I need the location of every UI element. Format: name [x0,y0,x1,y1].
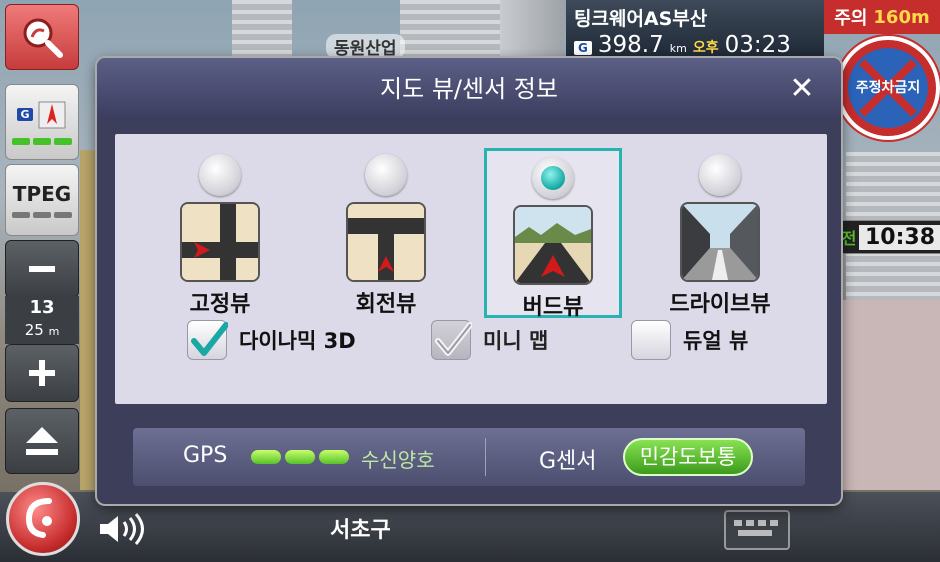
keyboard-button[interactable] [724,510,790,550]
map-view-sensor-dialog: 지도 뷰/센서 정보 ✕ 고정뷰 회전뷰 버드뷰 드라이브뷰 다이나믹 3D 미… [97,58,841,504]
view-option-drive[interactable]: 드라이브뷰 [651,148,789,318]
radio-drive-view[interactable] [699,154,741,196]
view-option-bird[interactable]: 버드뷰 [484,148,622,320]
clock-display: 전 10:38 [838,220,940,254]
label-dual-view: 듀얼 뷰 [683,329,749,353]
checkbox-dynamic-3d[interactable] [187,320,229,360]
map-building [500,0,564,60]
checkmark-icon [435,322,473,356]
map-view-button[interactable]: G [5,84,79,160]
scale-level: 13 [29,297,55,318]
g-sensor-label: G센서 [539,449,597,474]
view-options-panel: 고정뷰 회전뷰 버드뷰 드라이브뷰 다이나믹 3D 미니 맵 듀얼 뷰 [115,134,827,404]
distance-unit: km [669,42,687,55]
gps-signal-bar [319,450,349,464]
option-dynamic-3d[interactable]: 다이나믹 3D [187,318,356,362]
radio-fixed-view[interactable] [199,154,241,196]
caution-distance: 160m [873,6,930,28]
rotate-view-icon [346,202,426,282]
gps-badge: G [17,108,33,121]
compass-icon [38,101,66,128]
gps-signal-bar [285,450,315,464]
route-info-panel[interactable]: 팅크웨어AS부산 G 398.7 km 오후 03:23 [566,0,824,60]
keyboard-icon [734,520,778,536]
gps-status: 수신양호 [361,448,435,472]
sensor-status-bar: GPS 수신양호 G센서 민감도보통 [133,428,805,486]
eject-button[interactable] [5,408,79,474]
minus-icon [29,266,55,272]
drive-view-icon [680,202,760,282]
scale-distance: 25 [24,321,44,339]
zoom-out-button[interactable] [5,240,79,298]
view-option-rotate[interactable]: 회전뷰 [317,148,455,318]
clock-prefix: 전 [841,229,857,248]
close-icon: ✕ [789,71,815,106]
volume-button[interactable] [96,512,150,550]
no-parking-sign: 주정차금지 [840,40,936,136]
option-mini-map: 미니 맵 [431,318,548,362]
checkbox-dual-view[interactable] [631,320,671,360]
scale-unit: m [48,325,60,338]
checkbox-mini-map [431,320,473,360]
view-option-fixed[interactable]: 고정뷰 [151,148,289,318]
tpeg-strength-indicator [12,212,72,218]
bird-view-icon [513,205,593,285]
zoom-scale-indicator: 13 25 m [5,296,79,344]
search-icon [23,18,63,58]
view-label-drive: 드라이브뷰 [669,292,771,317]
route-gps-badge: G [574,41,592,55]
radio-bird-view[interactable] [532,157,574,199]
tpeg-button[interactable]: TPEG [5,164,79,236]
zoom-in-button[interactable] [5,344,79,402]
map-building [400,0,500,60]
speaker-icon [100,513,144,545]
sensitivity-button[interactable]: 민감도보통 [623,438,753,476]
fixed-view-icon [180,202,260,282]
destination-name: 팅크웨어AS부산 [574,8,708,30]
map-road [842,300,940,490]
caution-label: 주의 [834,8,868,29]
dialog-title: 지도 뷰/센서 정보 [380,75,558,103]
search-button[interactable] [5,4,79,70]
gps-label: GPS [183,443,228,468]
checkmark-icon [191,322,229,356]
option-dual-view[interactable]: 듀얼 뷰 [631,318,748,362]
current-district: 서초구 [330,518,391,543]
sign-text: 주정차금지 [855,80,921,96]
tpeg-label: TPEG [12,182,72,206]
gps-strength-indicator [12,137,72,145]
sensitivity-value: 민감도보통 [639,445,737,469]
view-label-fixed: 고정뷰 [189,292,251,317]
logo-icon [25,498,52,538]
view-label-rotate: 회전뷰 [355,292,417,317]
ampm-label: 오후 [692,40,719,56]
gps-signal-bar [251,450,281,464]
label-dynamic-3d: 다이나믹 3D [239,329,356,353]
label-mini-map: 미니 맵 [483,329,549,353]
radio-rotate-view[interactable] [365,154,407,196]
close-button[interactable]: ✕ [783,70,821,108]
arrival-time: 03:23 [724,32,791,58]
plus-icon [29,360,55,386]
eject-icon [26,427,58,455]
home-menu-button[interactable] [6,482,80,556]
caution-banner: 주의 160m [824,0,940,34]
clock-time: 10:38 [859,224,940,250]
view-label-bird: 버드뷰 [522,295,584,320]
divider [485,438,486,476]
remaining-distance: 398.7 [597,32,664,58]
map-poi-label: 동원산업 [326,34,405,59]
map-building [232,0,292,60]
